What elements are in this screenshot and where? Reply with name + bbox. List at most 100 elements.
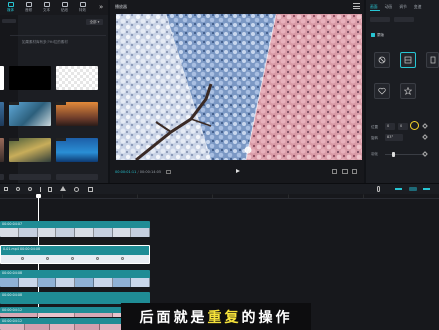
preview-axis-icon[interactable] — [423, 188, 430, 190]
media-thumb-transparent[interactable] — [56, 66, 98, 90]
keyframe-marker[interactable] — [71, 257, 74, 260]
mask-linear-button[interactable] — [400, 52, 416, 68]
play-icon[interactable] — [236, 169, 240, 173]
snap-icon[interactable] — [409, 187, 417, 191]
position-label: 位置 — [371, 125, 378, 129]
keyframe-icon[interactable] — [422, 123, 428, 129]
fullscreen-icon[interactable] — [352, 169, 357, 174]
position-x-field[interactable]: 0 — [385, 123, 395, 130]
crop-tool-icon[interactable] — [88, 187, 93, 192]
tab-effects[interactable]: 特效 — [75, 2, 90, 13]
subtitle-text-1: 后面就是 — [139, 309, 208, 326]
mask-section-label: 蒙版 — [377, 33, 384, 37]
media-panel: 媒体 音频 文本 贴纸 特效 » 全部 ▾ 如果素材库有多少ttl拉的素材 — [0, 0, 108, 183]
position-y-field[interactable]: 0 — [398, 123, 408, 130]
timeline-toolbar — [0, 183, 439, 194]
rotation-handle[interactable] — [244, 146, 252, 154]
mask-star-button[interactable] — [400, 83, 416, 99]
subtab-mask[interactable] — [394, 17, 414, 22]
media-thumb-ocean[interactable] — [56, 138, 98, 162]
more-tabs-button[interactable]: » — [99, 3, 103, 11]
microphone-icon[interactable] — [377, 186, 380, 192]
ratio-icon[interactable] — [342, 169, 348, 174]
menu-icon[interactable] — [353, 3, 360, 9]
mask-none-button[interactable] — [374, 52, 390, 68]
undo-icon[interactable] — [16, 187, 20, 191]
media-tabbar: 媒体 音频 文本 贴纸 特效 » — [0, 0, 108, 15]
subtitle-highlight: 重复 — [207, 309, 242, 326]
media-thumb[interactable] — [0, 174, 4, 180]
star-mask-icon — [404, 87, 412, 95]
keyframe-marker[interactable] — [121, 257, 124, 260]
effects-icon — [79, 2, 86, 7]
split-icon[interactable] — [40, 187, 41, 192]
subtitle-text-2: 的操作 — [241, 309, 293, 326]
crop-icon[interactable] — [332, 169, 337, 174]
tab-animation[interactable]: 动画 — [385, 4, 393, 10]
keyframe-icon[interactable] — [422, 134, 428, 140]
keyframe-marker[interactable] — [96, 257, 99, 260]
total-time: 00:00:14:05 — [139, 170, 162, 174]
tab-adjust[interactable]: 调节 — [399, 4, 407, 10]
media-thumb-landscape[interactable] — [9, 138, 51, 162]
keyframe-icon[interactable] — [422, 151, 428, 157]
media-thumb-black[interactable] — [9, 66, 51, 90]
tab-sticker[interactable]: 贴纸 — [57, 2, 72, 13]
mask-heart-button[interactable] — [374, 83, 390, 99]
fit-icon[interactable] — [166, 170, 171, 174]
timeline-clip-selected[interactable]: 0-01.mp4 00:00:04:08 — [0, 245, 150, 264]
keyframe-marker[interactable] — [46, 257, 49, 260]
tab-media[interactable]: 媒体 — [3, 2, 18, 13]
link-icon[interactable] — [395, 188, 402, 190]
feather-slider-thumb[interactable] — [392, 152, 395, 157]
tab-speed[interactable]: 变速 — [414, 4, 422, 10]
library-hint: 如果素材库有多少ttl拉的素材 — [22, 40, 68, 44]
heart-mask-icon — [378, 87, 386, 95]
media-thumb-lake[interactable] — [9, 102, 51, 126]
preview-title: 播放器 — [115, 4, 127, 9]
rotation-label: 旋转 — [371, 136, 378, 140]
inspector-panel: 画面 动画 调节 变速 蒙版 位置 0 0 旋转 83° 羽化 — [366, 0, 439, 183]
text-icon — [43, 2, 50, 7]
rotation-field[interactable]: 83° — [385, 134, 403, 141]
video-canvas[interactable] — [116, 14, 362, 160]
media-thumb-sunset[interactable] — [56, 102, 98, 126]
media-thumb[interactable] — [0, 138, 4, 162]
linear-mask-icon — [404, 56, 412, 64]
divider — [10, 30, 106, 36]
media-thumb-white[interactable] — [0, 66, 4, 90]
active-tab-indicator — [370, 10, 380, 11]
playhead-handle[interactable] — [36, 194, 41, 198]
subtab-basic[interactable] — [370, 17, 390, 22]
media-thumb[interactable] — [56, 174, 98, 180]
media-thumb[interactable] — [0, 102, 4, 126]
media-icon — [7, 2, 14, 7]
video-subtitle: 后面就是 重复 的操作 — [121, 303, 311, 330]
delete-icon[interactable] — [48, 187, 52, 192]
sidebar-item[interactable] — [2, 19, 16, 23]
media-thumb[interactable] — [9, 174, 51, 180]
mask-checkbox[interactable] — [371, 33, 375, 37]
timeline-clip[interactable]: 00:00:04:08 — [0, 270, 150, 287]
redo-icon[interactable] — [28, 187, 32, 191]
freeze-icon[interactable] — [60, 186, 66, 191]
tab-text[interactable]: 文本 — [39, 2, 54, 13]
preview-panel: 播放器 00:00:01:11 / 00:00:14:05 — [110, 0, 364, 183]
select-tool-icon[interactable] — [4, 187, 8, 191]
no-mask-icon — [378, 56, 386, 64]
tab-audio[interactable]: 音频 — [21, 2, 36, 13]
time-readout: 00:00:01:11 / 00:00:14:05 — [115, 170, 162, 174]
preview-frame-image — [116, 14, 362, 160]
timeline-clip[interactable]: 00:00:04:07 — [0, 221, 150, 237]
feather-slider[interactable] — [385, 154, 425, 155]
mirror-mask-icon — [430, 56, 435, 64]
filter-dropdown[interactable]: 全部 ▾ — [86, 19, 103, 25]
mirror-icon[interactable] — [74, 187, 79, 192]
rotation-knob[interactable] — [410, 121, 419, 130]
time-ruler: | | | | | — [0, 194, 439, 199]
current-time: 00:00:01:11 — [115, 170, 137, 174]
sticker-icon — [61, 2, 68, 7]
mask-mirror-button[interactable] — [426, 52, 439, 68]
keyframe-marker[interactable] — [21, 257, 24, 260]
media-grid — [0, 66, 108, 192]
